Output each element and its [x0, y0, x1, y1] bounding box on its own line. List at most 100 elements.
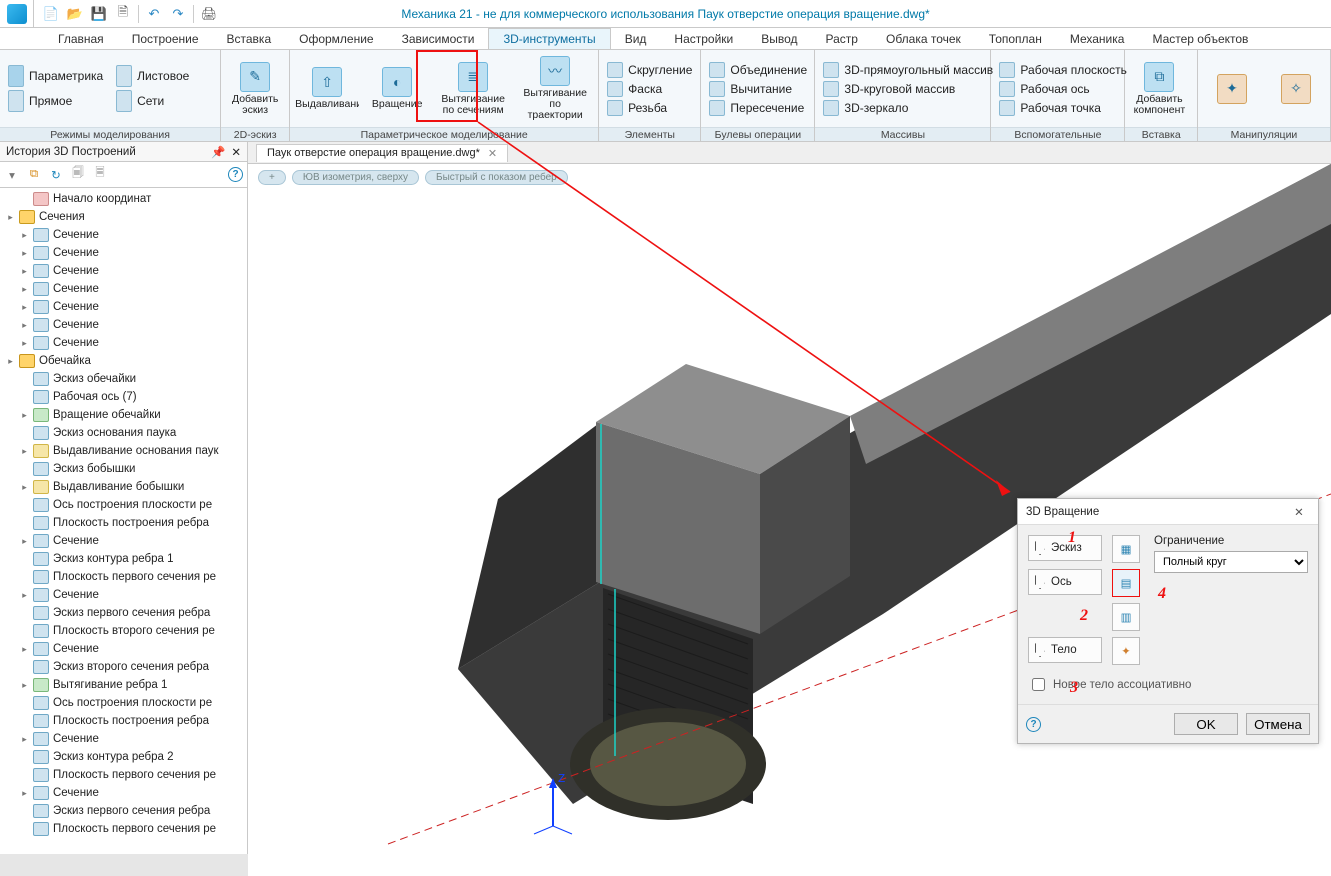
ribbon-tab[interactable]: Механика: [1056, 28, 1139, 49]
assoc-checkbox-row[interactable]: Новое тело ассоциативно: [1018, 671, 1318, 698]
tree-item[interactable]: Эскиз основания паука: [0, 424, 247, 442]
ribbon-command[interactable]: Рабочая плоскость: [995, 61, 1130, 79]
redo-icon[interactable]: ↷: [167, 3, 189, 25]
tree-item[interactable]: Плоскость первого сечения ре: [0, 820, 247, 838]
tree-item[interactable]: Плоскость второго сечения ре: [0, 622, 247, 640]
mode-direct[interactable]: Прямое: [4, 89, 108, 113]
tree-item[interactable]: ▸Сечение: [0, 334, 247, 352]
filter-icon[interactable]: ▾: [4, 167, 20, 183]
tree-item[interactable]: Плоскость построения ребра: [0, 514, 247, 532]
document-tab[interactable]: Паук отверстие операция вращение.dwg* ✕: [256, 144, 508, 162]
manipulate-button[interactable]: ✦: [1202, 52, 1262, 125]
ribbon-tab[interactable]: Зависимости: [388, 28, 489, 49]
expand-icon[interactable]: ▸: [20, 482, 29, 493]
ribbon-command[interactable]: Резьба: [603, 99, 696, 117]
tree-item[interactable]: Ось построения плоскости ре: [0, 496, 247, 514]
ribbon-command[interactable]: 3D-зеркало: [819, 99, 997, 117]
expand-icon[interactable]: ▸: [20, 248, 29, 259]
copy-icon[interactable]: 🗐: [70, 167, 86, 183]
add-sketch-button[interactable]: ✎Добавить эскиз: [225, 52, 285, 125]
close-icon[interactable]: ✕: [488, 147, 497, 160]
expand-icon[interactable]: ▸: [6, 356, 15, 367]
ribbon-tab[interactable]: Топоплан: [975, 28, 1056, 49]
tree-item[interactable]: ▸Сечение: [0, 532, 247, 550]
mode-mesh[interactable]: Сети: [112, 89, 216, 113]
ribbon-tab[interactable]: Вставка: [213, 28, 286, 49]
mode-new-body-button[interactable]: ✦: [1112, 637, 1140, 665]
pick-axis[interactable]: Ось: [1028, 569, 1102, 595]
ribbon-tab[interactable]: Построение: [118, 28, 213, 49]
expand-icon[interactable]: ▸: [20, 446, 29, 457]
help-icon[interactable]: ?: [1026, 717, 1041, 732]
expand-icon[interactable]: ▸: [20, 230, 29, 241]
new-icon[interactable]: 📄: [40, 3, 62, 25]
tree-item[interactable]: ▸Сечение: [0, 640, 247, 658]
ribbon-command[interactable]: Скругление: [603, 61, 696, 79]
tree-item[interactable]: Эскиз первого сечения ребра: [0, 802, 247, 820]
ribbon-command[interactable]: Объединение: [705, 61, 811, 79]
tree-item[interactable]: ▸Сечение: [0, 784, 247, 802]
tree-item[interactable]: ▸Вращение обечайки: [0, 406, 247, 424]
expand-icon[interactable]: ▸: [20, 536, 29, 547]
cancel-button[interactable]: Отмена: [1246, 713, 1310, 735]
ribbon-command[interactable]: Пересечение: [705, 99, 811, 117]
mode-sheet[interactable]: Листовое: [112, 64, 216, 88]
tree-item[interactable]: Эскиз второго сечения ребра: [0, 658, 247, 676]
param-op-button[interactable]: ⇧Выдавливание: [294, 52, 360, 125]
app-logo[interactable]: [0, 0, 34, 27]
expand-icon[interactable]: ▸: [20, 284, 29, 295]
expand-icon[interactable]: ▸: [20, 338, 29, 349]
ribbon-command[interactable]: 3D-круговой массив: [819, 80, 997, 98]
ribbon-tab[interactable]: Облака точек: [872, 28, 975, 49]
tree-item[interactable]: Рабочая ось (7): [0, 388, 247, 406]
ribbon-tab[interactable]: 3D-инструменты: [488, 28, 610, 49]
view-crumb[interactable]: Быстрый с показом ребер: [425, 170, 568, 185]
expand-icon[interactable]: ▸: [20, 410, 29, 421]
manipulate-2-button[interactable]: ✧: [1266, 52, 1326, 125]
tree-item[interactable]: Плоскость первого сечения ре: [0, 568, 247, 586]
tree-item[interactable]: ▸Сечения: [0, 208, 247, 226]
pick-sketch[interactable]: Эскиз: [1028, 535, 1102, 561]
save-icon[interactable]: 💾: [88, 3, 110, 25]
tree-item[interactable]: ▸Сечение: [0, 244, 247, 262]
tree-item[interactable]: ▸Сечение: [0, 226, 247, 244]
ribbon-command[interactable]: 3D-прямоугольный массив: [819, 61, 997, 79]
tree-item[interactable]: ▸Сечение: [0, 280, 247, 298]
param-op-button[interactable]: 〰Вытягивание по траектории: [516, 52, 594, 125]
ribbon-command[interactable]: Рабочая точка: [995, 99, 1130, 117]
expand-icon[interactable]: ▸: [20, 320, 29, 331]
expand-icon[interactable]: ▸: [20, 302, 29, 313]
tree-item[interactable]: Ось построения плоскости ре: [0, 694, 247, 712]
undo-icon[interactable]: ↶: [143, 3, 165, 25]
expand-icon[interactable]: ▸: [20, 644, 29, 655]
mode-parametric[interactable]: Параметрика: [4, 64, 108, 88]
tree-item[interactable]: ▸Вытягивание ребра 1: [0, 676, 247, 694]
mode-add-button[interactable]: ▦: [1112, 535, 1140, 563]
tree-item[interactable]: Эскиз контура ребра 1: [0, 550, 247, 568]
expand-icon[interactable]: ▸: [20, 590, 29, 601]
ribbon-command[interactable]: Фаска: [603, 80, 696, 98]
tree-item[interactable]: Плоскость построения ребра: [0, 712, 247, 730]
tree-item[interactable]: ▸Сечение: [0, 730, 247, 748]
dialog-title-bar[interactable]: 3D Вращение ✕: [1018, 499, 1318, 525]
tree-item[interactable]: Начало координат: [0, 190, 247, 208]
ribbon-command[interactable]: Рабочая ось: [995, 80, 1130, 98]
help-icon[interactable]: ?: [228, 167, 243, 182]
pin-icon[interactable]: 📌: [211, 145, 225, 159]
tree-item[interactable]: ▸Выдавливание бобышки: [0, 478, 247, 496]
pick-body[interactable]: Тело: [1028, 637, 1102, 663]
mode-cut-button[interactable]: ▤: [1112, 569, 1140, 597]
config-icon[interactable]: ⧉: [26, 167, 42, 183]
ribbon-command[interactable]: Вычитание: [705, 80, 811, 98]
expand-icon[interactable]: ▸: [20, 680, 29, 691]
limit-select[interactable]: Полный круг: [1154, 551, 1308, 573]
expand-icon[interactable]: ▸: [20, 788, 29, 799]
ribbon-tab[interactable]: Растр: [812, 28, 872, 49]
paste-icon[interactable]: 🗏: [92, 167, 108, 183]
view-crumb[interactable]: +: [258, 170, 286, 185]
close-icon[interactable]: ✕: [1288, 501, 1310, 523]
tree-item[interactable]: ▸Сечение: [0, 262, 247, 280]
assoc-checkbox[interactable]: [1032, 678, 1045, 691]
ribbon-tab[interactable]: Мастер объектов: [1138, 28, 1262, 49]
ribbon-tab[interactable]: Вид: [611, 28, 661, 49]
